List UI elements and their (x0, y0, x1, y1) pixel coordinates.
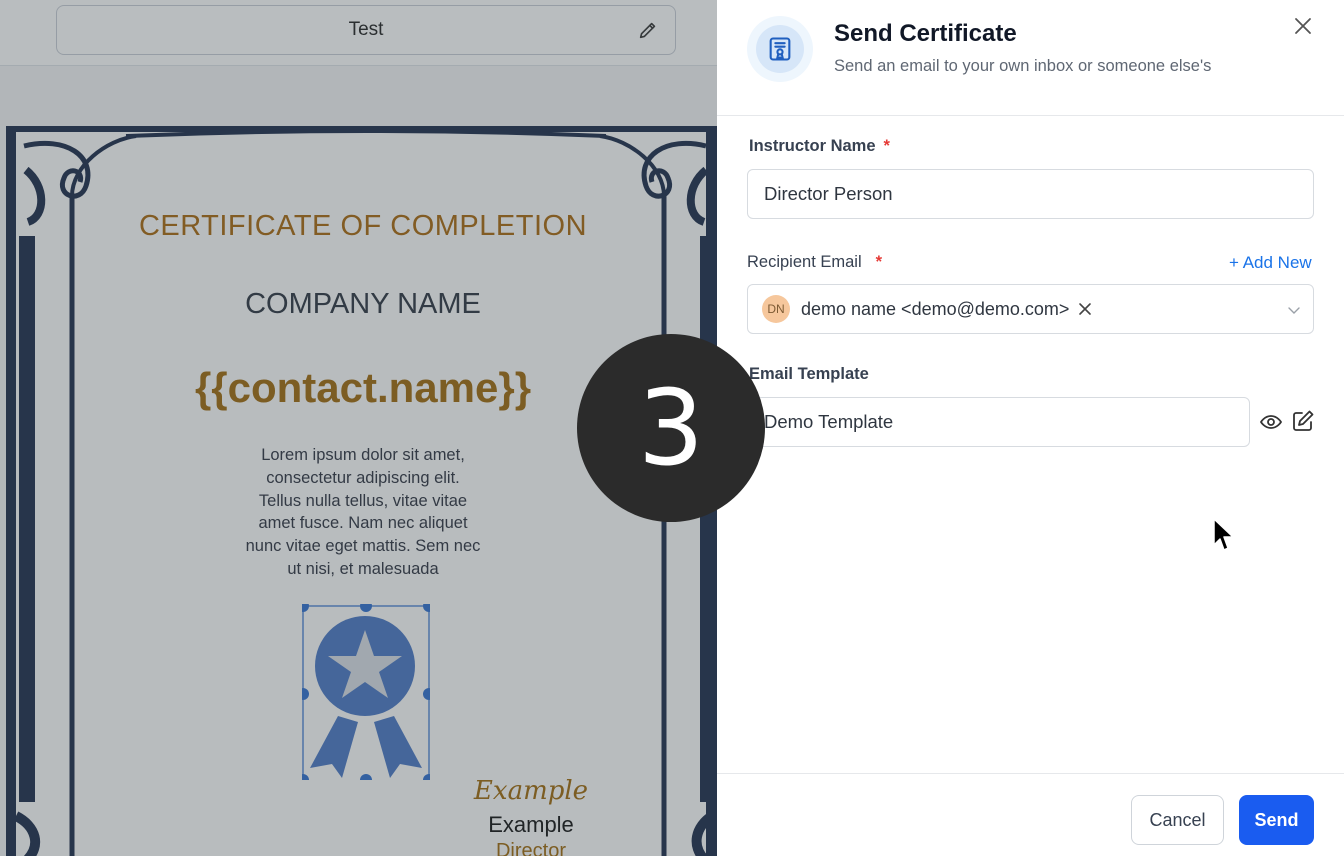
edit-icon[interactable] (1291, 409, 1315, 433)
email-template-label: Email Template (749, 365, 869, 383)
mouse-cursor-icon (1213, 518, 1234, 551)
email-template-value: Demo Template (764, 411, 894, 432)
eye-icon[interactable] (1259, 410, 1283, 434)
recipient-chip: DN demo name <demo@demo.com> (748, 295, 1093, 323)
recipient-email-select[interactable]: DN demo name <demo@demo.com> (747, 284, 1314, 334)
instructor-name-value: Director Person (764, 183, 893, 204)
avatar: DN (762, 295, 790, 323)
instructor-name-label: Instructor Name * (749, 137, 890, 155)
certificate-icon (769, 37, 791, 61)
x-icon[interactable] (1077, 301, 1093, 317)
drawer-header: Send Certificate Send an email to your o… (717, 0, 1344, 116)
send-certificate-drawer: Send Certificate Send an email to your o… (717, 0, 1344, 856)
cancel-button[interactable]: Cancel (1131, 795, 1224, 845)
step-number-marker: 3 (577, 334, 765, 522)
email-template-select[interactable]: Demo Template (747, 397, 1250, 447)
drawer-subtitle: Send an email to your own inbox or someo… (834, 57, 1212, 75)
required-mark: * (875, 253, 883, 271)
required-mark: * (883, 137, 890, 155)
recipient-email-label: Recipient Email * (747, 253, 883, 271)
header-icon-container (747, 16, 813, 82)
chevron-down-icon[interactable] (1287, 303, 1301, 317)
drawer-footer: Cancel Send (717, 773, 1344, 856)
recipient-chip-label: demo name <demo@demo.com> (801, 298, 1070, 319)
drawer-title: Send Certificate (834, 20, 1017, 47)
send-button[interactable]: Send (1239, 795, 1314, 845)
close-icon[interactable] (1291, 14, 1315, 38)
instructor-name-input[interactable]: Director Person (747, 169, 1314, 219)
add-new-recipient-link[interactable]: + Add New (1229, 253, 1312, 273)
